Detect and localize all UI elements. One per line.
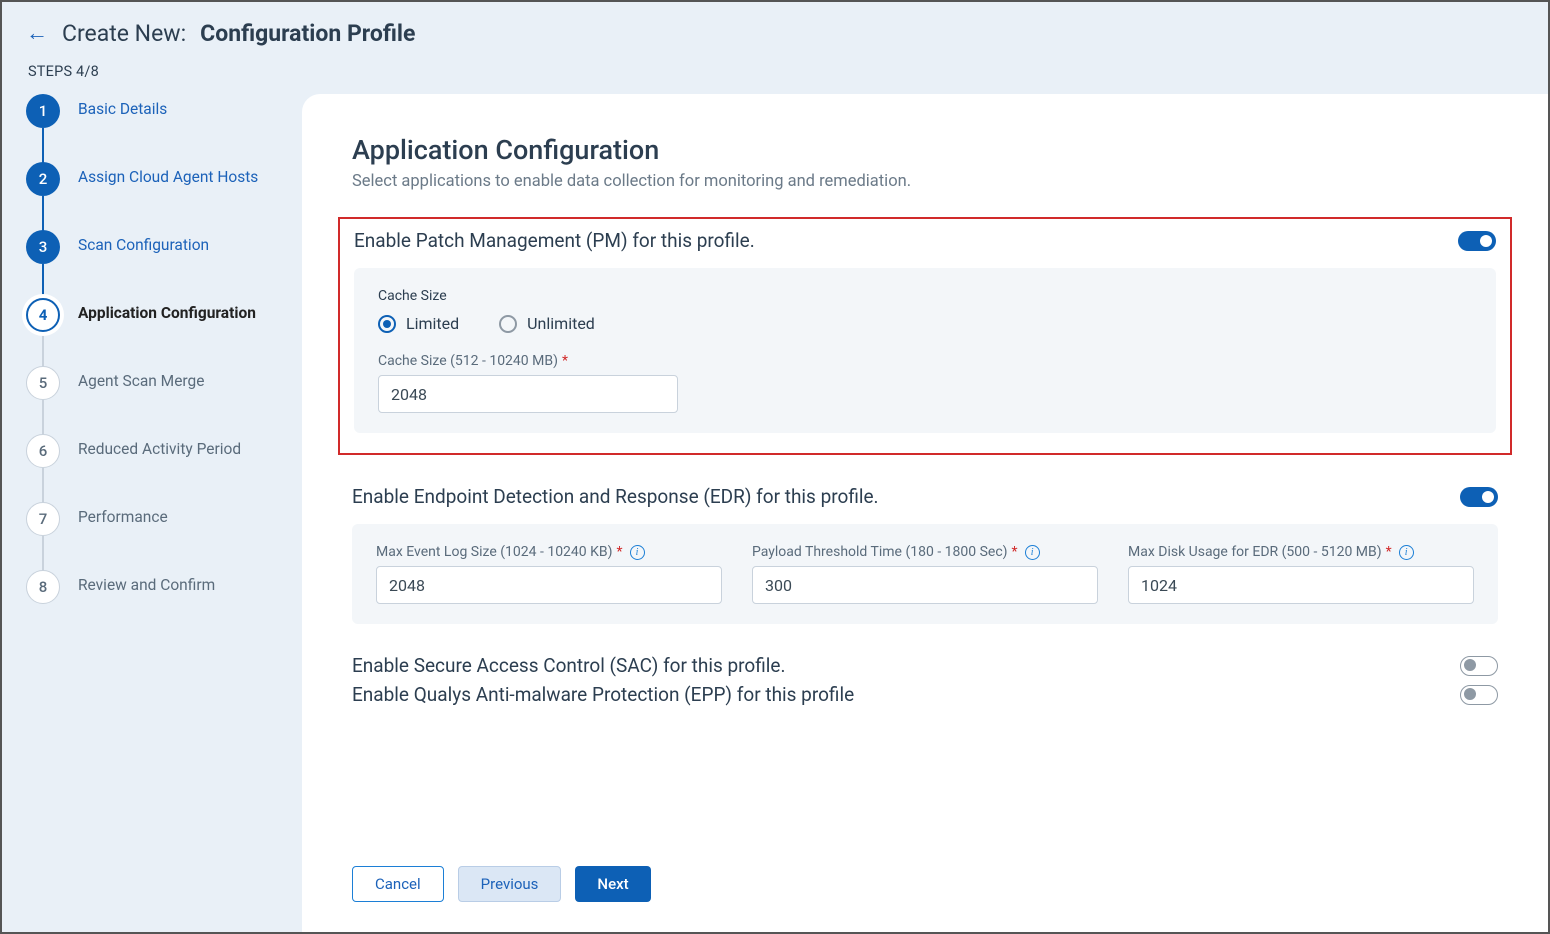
- max-event-log-input[interactable]: [376, 566, 722, 604]
- header: ← Create New: Configuration Profile: [2, 2, 1548, 53]
- step-label: Basic Details: [78, 94, 167, 118]
- cache-size-field-label: Cache Size (512 - 10240 MB) *: [378, 353, 1472, 369]
- step-assign-cloud-agent-hosts[interactable]: 2 Assign Cloud Agent Hosts: [26, 162, 288, 230]
- pm-settings-panel: Cache Size Limited Unlimited: [354, 268, 1496, 433]
- edr-section-title: Enable Endpoint Detection and Response (…: [352, 485, 879, 508]
- step-number: 1: [26, 94, 60, 128]
- info-icon[interactable]: i: [1025, 545, 1040, 560]
- cache-size-radio-unlimited[interactable]: Unlimited: [499, 314, 595, 333]
- step-number: 3: [26, 230, 60, 264]
- step-label: Application Configuration: [78, 298, 256, 322]
- step-review-and-confirm[interactable]: 8 Review and Confirm: [26, 570, 288, 604]
- required-asterisk-icon: *: [1012, 544, 1018, 560]
- step-number: 6: [26, 434, 60, 468]
- step-label: Performance: [78, 502, 168, 526]
- step-application-configuration[interactable]: 4 Application Configuration: [26, 298, 288, 366]
- required-asterisk-icon: *: [1386, 544, 1392, 560]
- back-arrow-icon[interactable]: ←: [26, 23, 48, 45]
- payload-threshold-input[interactable]: [752, 566, 1098, 604]
- max-disk-usage-label: Max Disk Usage for EDR (500 - 5120 MB) *…: [1128, 544, 1474, 560]
- payload-threshold-label: Payload Threshold Time (180 - 1800 Sec) …: [752, 544, 1098, 560]
- step-label: Assign Cloud Agent Hosts: [78, 162, 258, 186]
- required-asterisk-icon: *: [562, 353, 568, 369]
- epp-section-title: Enable Qualys Anti-malware Protection (E…: [352, 683, 854, 706]
- cache-size-heading: Cache Size: [378, 288, 1472, 304]
- pm-highlight-box: Enable Patch Management (PM) for this pr…: [338, 217, 1512, 455]
- step-number: 8: [26, 570, 60, 604]
- pm-toggle[interactable]: [1458, 231, 1496, 251]
- radio-label: Unlimited: [527, 314, 595, 333]
- main-panel: Application Configuration Select applica…: [302, 94, 1548, 932]
- step-number: 7: [26, 502, 60, 536]
- cancel-button[interactable]: Cancel: [352, 866, 444, 902]
- step-number: 5: [26, 366, 60, 400]
- header-create-new: Create New:: [62, 20, 186, 47]
- next-button[interactable]: Next: [575, 866, 650, 902]
- step-label: Reduced Activity Period: [78, 434, 241, 458]
- step-performance[interactable]: 7 Performance: [26, 502, 288, 570]
- info-icon[interactable]: i: [1399, 545, 1414, 560]
- footer-actions: Cancel Previous Next: [302, 848, 1548, 932]
- pm-section-title: Enable Patch Management (PM) for this pr…: [354, 229, 755, 252]
- max-disk-usage-input[interactable]: [1128, 566, 1474, 604]
- radio-icon: [499, 315, 517, 333]
- page-title: Application Configuration: [352, 134, 1498, 166]
- cache-size-radio-limited[interactable]: Limited: [378, 314, 459, 333]
- step-agent-scan-merge[interactable]: 5 Agent Scan Merge: [26, 366, 288, 434]
- step-basic-details[interactable]: 1 Basic Details: [26, 94, 288, 162]
- sac-toggle[interactable]: [1460, 656, 1498, 676]
- steps-sidebar: 1 Basic Details 2 Assign Cloud Agent Hos…: [2, 94, 302, 932]
- edr-toggle[interactable]: [1460, 487, 1498, 507]
- radio-icon: [378, 315, 396, 333]
- step-scan-configuration[interactable]: 3 Scan Configuration: [26, 230, 288, 298]
- sac-section-title: Enable Secure Access Control (SAC) for t…: [352, 654, 785, 677]
- max-event-log-label: Max Event Log Size (1024 - 10240 KB) * i: [376, 544, 722, 560]
- edr-settings-panel: Max Event Log Size (1024 - 10240 KB) * i…: [352, 524, 1498, 624]
- step-label: Scan Configuration: [78, 230, 209, 254]
- step-number: 2: [26, 162, 60, 196]
- epp-toggle[interactable]: [1460, 685, 1498, 705]
- page-subtitle: Select applications to enable data colle…: [352, 172, 1498, 191]
- previous-button[interactable]: Previous: [458, 866, 562, 902]
- step-label: Agent Scan Merge: [78, 366, 204, 390]
- step-number: 4: [26, 298, 60, 332]
- header-subject: Configuration Profile: [200, 20, 415, 47]
- step-label: Review and Confirm: [78, 570, 215, 594]
- step-reduced-activity-period[interactable]: 6 Reduced Activity Period: [26, 434, 288, 502]
- info-icon[interactable]: i: [630, 545, 645, 560]
- required-asterisk-icon: *: [617, 544, 623, 560]
- radio-label: Limited: [406, 314, 459, 333]
- steps-counter: STEPS 4/8: [2, 53, 1548, 94]
- cache-size-input[interactable]: [378, 375, 678, 413]
